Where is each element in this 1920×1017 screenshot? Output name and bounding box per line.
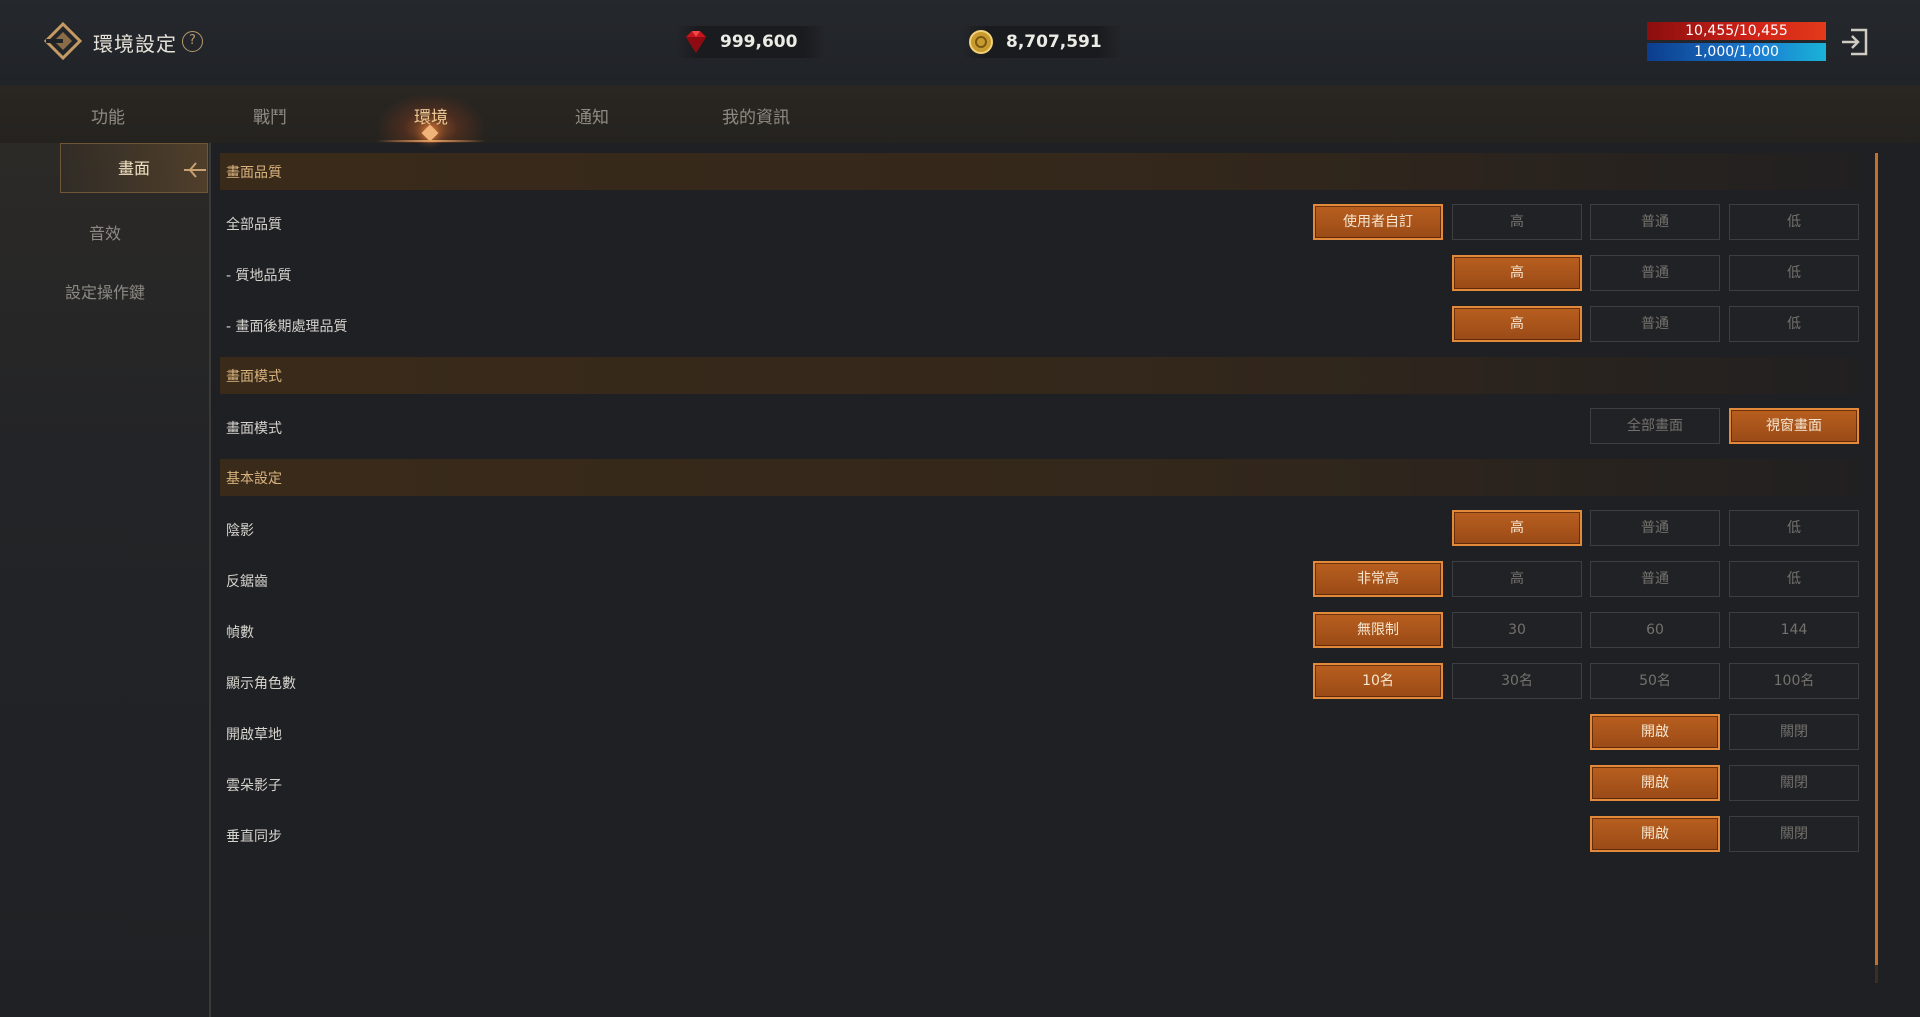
hp-bar: 10,455/10,455 — [1647, 22, 1826, 40]
option-button[interactable]: 非常高 — [1313, 561, 1443, 597]
tab-function[interactable]: 功能 — [88, 103, 128, 128]
option-button[interactable]: 50名 — [1590, 663, 1720, 699]
option-button[interactable]: 普通 — [1590, 255, 1720, 291]
active-tab-underline — [376, 140, 486, 142]
gem-amount: 999,600 — [720, 32, 798, 52]
tab-environment[interactable]: 環境 — [411, 103, 451, 128]
option-button[interactable]: 低 — [1729, 255, 1859, 291]
tab-combat[interactable]: 戰鬥 — [250, 103, 290, 128]
option-button[interactable]: 高 — [1452, 561, 1582, 597]
option-button[interactable]: 低 — [1729, 510, 1859, 546]
section-header-basic: 基本設定 — [220, 459, 1860, 496]
section-header-quality: 畫面品質 — [220, 153, 1860, 190]
gold-coin-icon — [969, 30, 993, 54]
option-button[interactable]: 開啟 — [1590, 714, 1720, 750]
section-header-mode: 畫面模式 — [220, 357, 1860, 394]
scrollbar-thumb[interactable] — [1875, 153, 1878, 965]
settings-panel: 畫面品質 全部品質 使用者自訂 高 普通 低 - 質地品質 高 普通 低 - 畫… — [220, 153, 1860, 993]
option-button[interactable]: 開啟 — [1590, 765, 1720, 801]
row-label-character-count: 顯示角色數 — [226, 676, 296, 692]
option-button[interactable]: 高 — [1452, 306, 1582, 342]
top-bar: 環境設定 ? 999,600 8,707,591 10,455/10,455 1… — [0, 0, 1920, 85]
option-button[interactable]: 低 — [1729, 204, 1859, 240]
row-label-texture-quality: - 質地品質 — [226, 268, 292, 284]
section-title: 畫面模式 — [226, 369, 282, 385]
sidebar-item-keybinding[interactable]: 設定操作鍵 — [0, 279, 210, 303]
sidebar: 畫面 音效 設定操作鍵 — [0, 143, 210, 1017]
option-button[interactable]: 普通 — [1590, 510, 1720, 546]
gold-amount: 8,707,591 — [1006, 32, 1102, 52]
option-button[interactable]: 視窗畫面 — [1729, 408, 1859, 444]
tab-notification[interactable]: 通知 — [572, 103, 612, 128]
sidebar-divider — [209, 143, 211, 1017]
option-button[interactable]: 開啟 — [1590, 816, 1720, 852]
row-label-antialias: 反鋸齒 — [226, 574, 268, 590]
option-button[interactable]: 30 — [1452, 612, 1582, 648]
row-label-cloud-shadow: 雲朵影子 — [226, 778, 282, 794]
sidebar-item-sound[interactable]: 音效 — [0, 220, 210, 244]
option-button[interactable]: 30名 — [1452, 663, 1582, 699]
option-button[interactable]: 100名 — [1729, 663, 1859, 699]
option-button[interactable]: 高 — [1452, 255, 1582, 291]
option-button[interactable]: 普通 — [1590, 306, 1720, 342]
tab-my-info[interactable]: 我的資訊 — [716, 103, 796, 128]
option-button[interactable]: 關閉 — [1729, 816, 1859, 852]
option-button[interactable]: 使用者自訂 — [1313, 204, 1443, 240]
row-label-postprocess-quality: - 畫面後期處理品質 — [226, 319, 348, 335]
row-label-vsync: 垂直同步 — [226, 829, 282, 845]
option-button[interactable]: 無限制 — [1313, 612, 1443, 648]
row-label-grass: 開啟草地 — [226, 727, 282, 743]
red-gem-icon — [686, 31, 706, 53]
row-label-all-quality: 全部品質 — [226, 217, 282, 233]
option-button[interactable]: 低 — [1729, 561, 1859, 597]
section-title: 基本設定 — [226, 471, 282, 487]
option-button[interactable]: 60 — [1590, 612, 1720, 648]
row-label-display-mode: 畫面模式 — [226, 421, 282, 437]
exit-icon[interactable] — [1839, 26, 1871, 58]
option-button[interactable]: 10名 — [1313, 663, 1443, 699]
option-button[interactable]: 關閉 — [1729, 765, 1859, 801]
mp-bar: 1,000/1,000 — [1647, 43, 1826, 61]
option-button[interactable]: 144 — [1729, 612, 1859, 648]
help-icon[interactable]: ? — [182, 31, 203, 52]
option-button[interactable]: 普通 — [1590, 561, 1720, 597]
game-logo-icon — [44, 22, 82, 60]
row-label-shadow: 陰影 — [226, 523, 254, 539]
page-title: 環境設定 — [93, 32, 177, 56]
option-button[interactable]: 高 — [1452, 510, 1582, 546]
sidebar-arrow-icon — [184, 162, 206, 178]
option-button[interactable]: 高 — [1452, 204, 1582, 240]
section-title: 畫面品質 — [226, 165, 282, 181]
option-button[interactable]: 低 — [1729, 306, 1859, 342]
row-label-fps: 幀數 — [226, 625, 254, 641]
option-button[interactable]: 普通 — [1590, 204, 1720, 240]
gold-balance: 8,707,591 — [962, 26, 1122, 58]
option-button[interactable]: 全部畫面 — [1590, 408, 1720, 444]
gem-balance: 999,600 — [676, 26, 826, 58]
option-button[interactable]: 關閉 — [1729, 714, 1859, 750]
tab-bar: 功能 戰鬥 環境 通知 我的資訊 — [0, 85, 1920, 143]
